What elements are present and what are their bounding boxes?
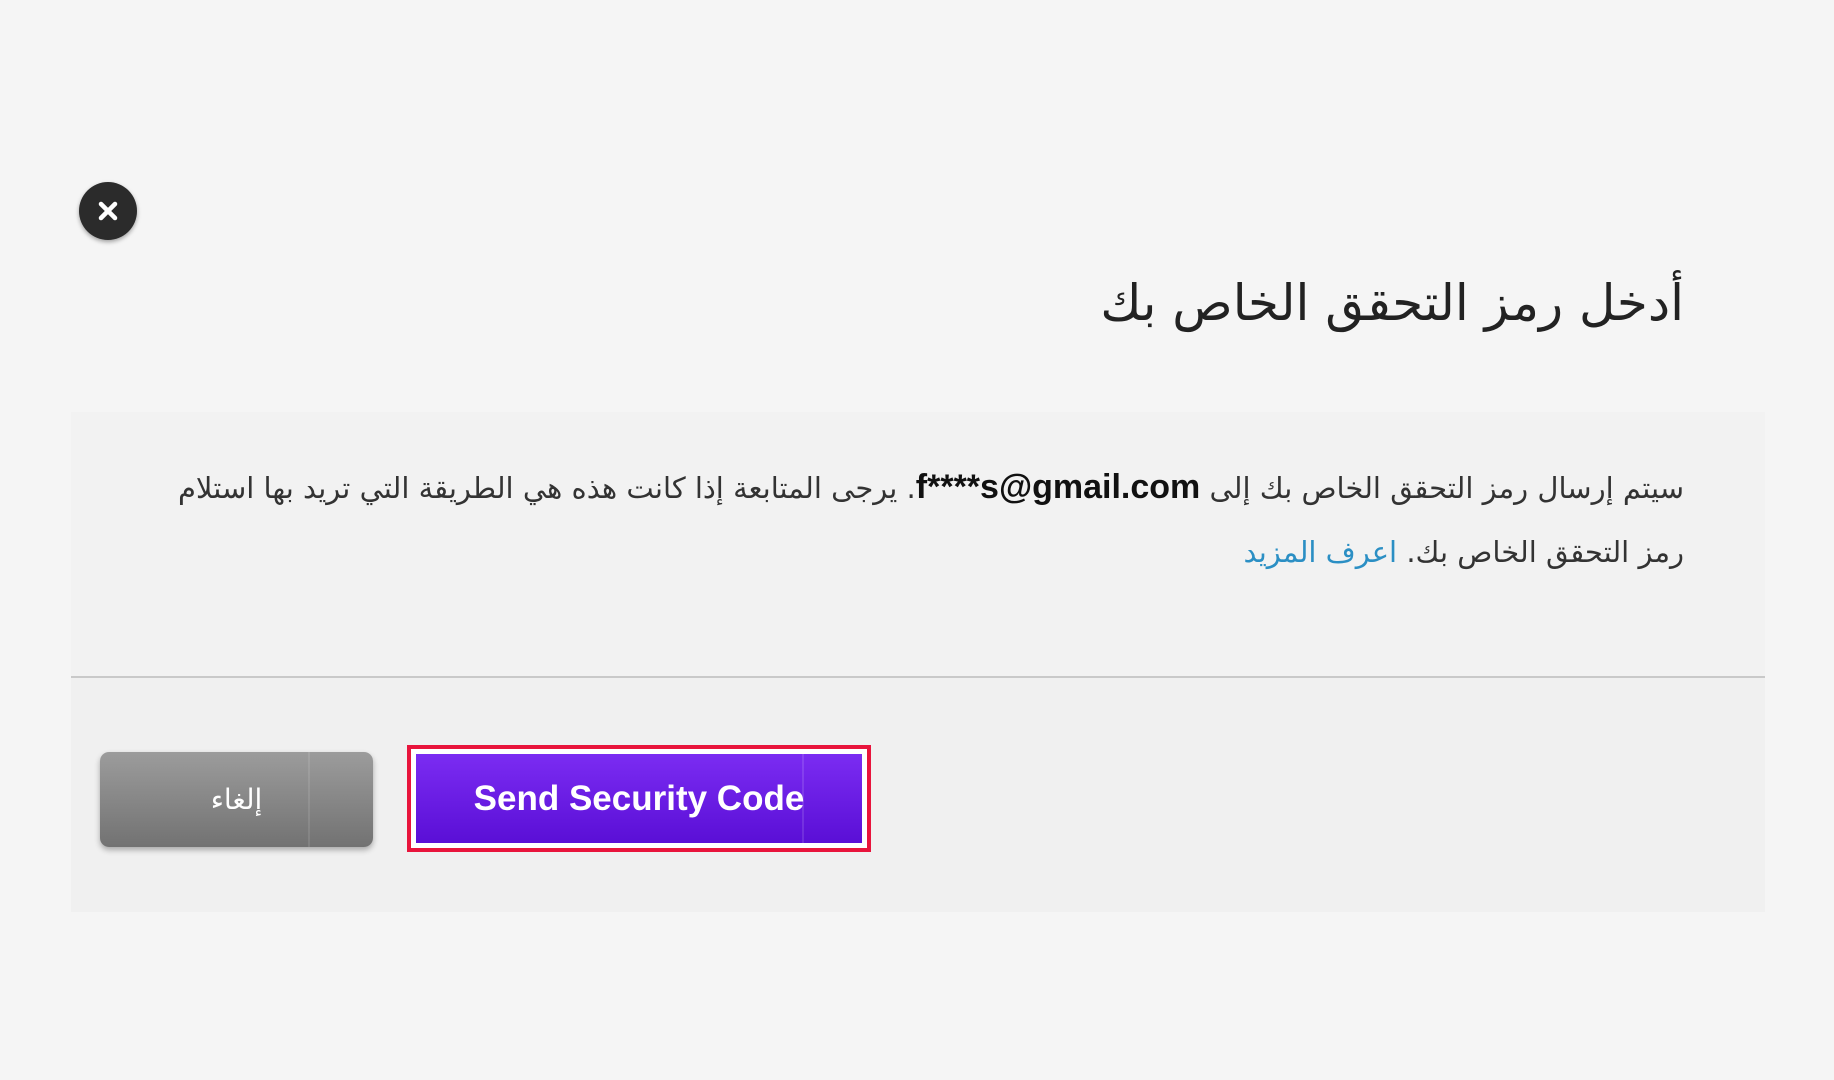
- close-button[interactable]: [79, 182, 137, 240]
- message-part-1: سيتم إرسال رمز التحقق الخاص بك إلى: [1209, 471, 1684, 505]
- cancel-button-label: إلغاء: [210, 783, 263, 816]
- close-icon: [95, 198, 121, 224]
- message-text: سيتم إرسال رمز التحقق الخاص بك إلى f****…: [164, 455, 1684, 584]
- cancel-button[interactable]: إلغاء: [100, 752, 373, 847]
- send-button-label: Send Security Code: [473, 778, 805, 818]
- button-seam: [308, 752, 310, 847]
- masked-email: f****s@gmail.com: [915, 468, 1201, 506]
- send-security-code-button[interactable]: Send Security Code: [416, 754, 862, 843]
- learn-more-link[interactable]: اعرف المزيد: [1244, 535, 1398, 569]
- dialog-title: أدخل رمز التحقق الخاص بك: [1100, 274, 1684, 332]
